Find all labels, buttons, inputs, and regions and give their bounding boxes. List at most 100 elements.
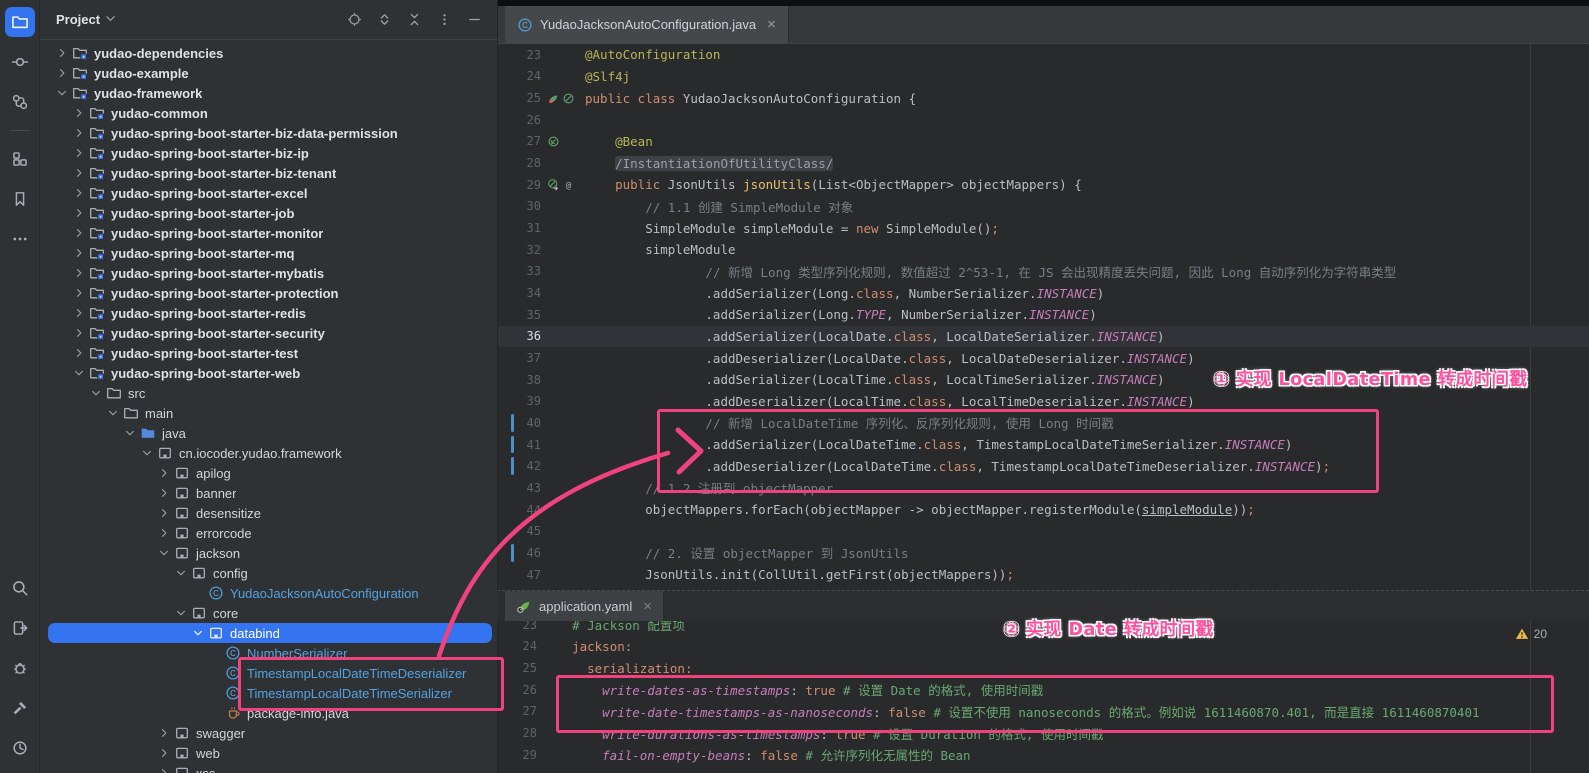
tree-row-yudao-spring-boot-starter-biz-ip[interactable]: yudao-spring-boot-starter-biz-ip	[48, 143, 492, 163]
tree-row-package-info-java[interactable]: package-info.java	[48, 703, 492, 723]
tree-row-config[interactable]: config	[48, 563, 492, 583]
java-line-23[interactable]: 23@AutoConfiguration	[497, 44, 1589, 66]
activity-bar-commit-button[interactable]	[5, 47, 35, 77]
line-number[interactable]: 39	[497, 394, 541, 408]
java-line-30[interactable]: 30 // 1.1 创建 SimpleModule 对象	[497, 196, 1589, 218]
tree-row-yudao-spring-boot-starter-mq[interactable]: yudao-spring-boot-starter-mq	[48, 243, 492, 263]
line-number[interactable]: 23	[497, 48, 541, 62]
tree-row-timestamplocaldatetimedeserializer[interactable]: CTimestampLocalDateTimeDeserializer	[48, 663, 492, 683]
java-line-46[interactable]: 46 // 2. 设置 objectMapper 到 JsonUtils	[497, 542, 1589, 564]
line-number[interactable]: 30	[497, 199, 541, 213]
yaml-line-27[interactable]: 27 write-date-timestamps-as-nanoseconds:…	[497, 701, 1589, 723]
yaml-line-24[interactable]: 24 jackson:	[497, 636, 1589, 658]
tree-row-yudao-example[interactable]: yudao-example	[48, 63, 492, 83]
activity-bar-pull-requests-button[interactable]	[5, 87, 35, 117]
activity-bar-profiler-button[interactable]	[5, 733, 35, 763]
line-number[interactable]: 27	[497, 704, 537, 718]
gutter-navr-icon[interactable]	[547, 178, 560, 191]
chevron-right-icon[interactable]	[54, 65, 70, 81]
chevron-right-icon[interactable]	[71, 305, 87, 321]
line-number[interactable]: 32	[497, 243, 541, 257]
chevron-right-icon[interactable]	[71, 265, 87, 281]
close-icon[interactable]: ×	[767, 17, 776, 32]
gutter-at-icon[interactable]: @	[562, 178, 575, 191]
java-line-41[interactable]: 41 .addSerializer(LocalDateTime.class, T…	[497, 434, 1589, 456]
line-number[interactable]: 24	[497, 639, 537, 653]
java-line-45[interactable]: 45	[497, 520, 1589, 542]
line-number[interactable]: 26	[497, 113, 541, 127]
chevron-right-icon[interactable]	[156, 745, 172, 761]
java-line-31[interactable]: 31 SimpleModule simpleModule = new Simpl…	[497, 217, 1589, 239]
tree-row-yudao-dependencies[interactable]: yudao-dependencies	[48, 43, 492, 63]
java-line-27[interactable]: 27 @Bean	[497, 131, 1589, 153]
java-line-36[interactable]: 36 .addSerializer(LocalDate.class, Local…	[497, 326, 1589, 348]
chevron-right-icon[interactable]	[71, 105, 87, 121]
tree-row-yudao-spring-boot-starter-biz-tenant[interactable]: yudao-spring-boot-starter-biz-tenant	[48, 163, 492, 183]
tree-row-yudaojacksonautoconfiguration[interactable]: CYudaoJacksonAutoConfiguration	[48, 583, 492, 603]
yaml-line-29[interactable]: 29 fail-on-empty-beans: false # 允许序列化无属性…	[497, 744, 1589, 766]
line-number[interactable]: 41	[497, 438, 541, 452]
activity-bar-search-button[interactable]	[5, 573, 35, 603]
java-line-32[interactable]: 32 simpleModule	[497, 239, 1589, 261]
tab-application-yaml[interactable]: application.yaml ×	[505, 591, 663, 621]
project-header-locate-button[interactable]	[343, 9, 365, 31]
java-line-33[interactable]: 33 // 新增 Long 类型序列化规则, 数值超过 2^53-1, 在 JS…	[497, 261, 1589, 283]
chevron-right-icon[interactable]	[71, 225, 87, 241]
line-number[interactable]: 28	[497, 156, 541, 170]
line-number[interactable]: 36	[497, 329, 541, 343]
page-title[interactable]: Project	[56, 12, 100, 27]
chevron-down-icon[interactable]	[190, 625, 206, 641]
java-line-44[interactable]: 44 objectMappers.forEach(objectMapper ->…	[497, 499, 1589, 521]
java-line-42[interactable]: 42 .addDeserializer(LocalDateTime.class,…	[497, 455, 1589, 477]
line-number[interactable]: 24	[497, 69, 541, 83]
chevron-right-icon[interactable]	[71, 345, 87, 361]
java-editor[interactable]: 23@AutoConfiguration24@Slf4j25public cla…	[497, 44, 1589, 590]
chevron-down-icon[interactable]	[122, 425, 138, 441]
java-line-34[interactable]: 34 .addSerializer(Long.class, NumberSeri…	[497, 282, 1589, 304]
java-line-26[interactable]: 26	[497, 109, 1589, 131]
tree-row-yudao-spring-boot-starter-web[interactable]: yudao-spring-boot-starter-web	[48, 363, 492, 383]
java-line-28[interactable]: 28 /InstantiationOfUtilityClass/	[497, 152, 1589, 174]
tree-row-yudao-common[interactable]: yudao-common	[48, 103, 492, 123]
activity-bar-build-button[interactable]	[5, 693, 35, 723]
tree-row-banner[interactable]: banner	[48, 483, 492, 503]
java-line-29[interactable]: 29@ public JsonUtils jsonUtils(List<Obje…	[497, 174, 1589, 196]
line-number[interactable]: 27	[497, 134, 541, 148]
line-number[interactable]: 37	[497, 351, 541, 365]
line-number[interactable]: 31	[497, 221, 541, 235]
chevron-right-icon[interactable]	[156, 765, 172, 773]
java-line-43[interactable]: 43 // 1.2 注册到 objectMapper	[497, 477, 1589, 499]
java-line-38[interactable]: 38 .addSerializer(LocalTime.class, Local…	[497, 369, 1589, 391]
tree-row-numberserializer[interactable]: CNumberSerializer	[48, 643, 492, 663]
chevron-right-icon[interactable]	[71, 205, 87, 221]
project-header-unfold-button[interactable]	[373, 9, 395, 31]
line-number[interactable]: 34	[497, 286, 541, 300]
chevron-right-icon[interactable]	[71, 185, 87, 201]
chevron-down-icon[interactable]	[88, 385, 104, 401]
line-number[interactable]: 45	[497, 524, 541, 538]
activity-bar-structure-button[interactable]	[5, 144, 35, 174]
tree-row-jackson[interactable]: jackson	[48, 543, 492, 563]
line-number[interactable]: 26	[497, 683, 537, 697]
activity-bar-project-button[interactable]	[5, 7, 35, 37]
yaml-editor[interactable]: 23 # Jackson 配置项24 jackson:25 serializat…	[497, 614, 1589, 773]
tree-row-apilog[interactable]: apilog	[48, 463, 492, 483]
tree-row-yudao-framework[interactable]: yudao-framework	[48, 83, 492, 103]
tree-row-xss[interactable]: xss	[48, 763, 492, 773]
close-icon[interactable]: ×	[643, 599, 652, 614]
tree-row-yudao-spring-boot-starter-biz-data-permission[interactable]: yudao-spring-boot-starter-biz-data-permi…	[48, 123, 492, 143]
chevron-down-icon[interactable]	[156, 545, 172, 561]
tree-row-swagger[interactable]: swagger	[48, 723, 492, 743]
line-number[interactable]: 35	[497, 308, 541, 322]
inspections-widget[interactable]: 20	[1515, 627, 1547, 641]
chevron-right-icon[interactable]	[156, 525, 172, 541]
tree-row-java[interactable]: java	[48, 423, 492, 443]
yaml-line-25[interactable]: 25 serialization:	[497, 657, 1589, 679]
gutter-slash-icon[interactable]	[562, 92, 575, 105]
tree-row-yudao-spring-boot-starter-mybatis[interactable]: yudao-spring-boot-starter-mybatis	[48, 263, 492, 283]
chevron-right-icon[interactable]	[156, 465, 172, 481]
chevron-right-icon[interactable]	[71, 285, 87, 301]
line-number[interactable]: 25	[497, 91, 541, 105]
tree-row-yudao-spring-boot-starter-monitor[interactable]: yudao-spring-boot-starter-monitor	[48, 223, 492, 243]
line-number[interactable]: 38	[497, 373, 541, 387]
